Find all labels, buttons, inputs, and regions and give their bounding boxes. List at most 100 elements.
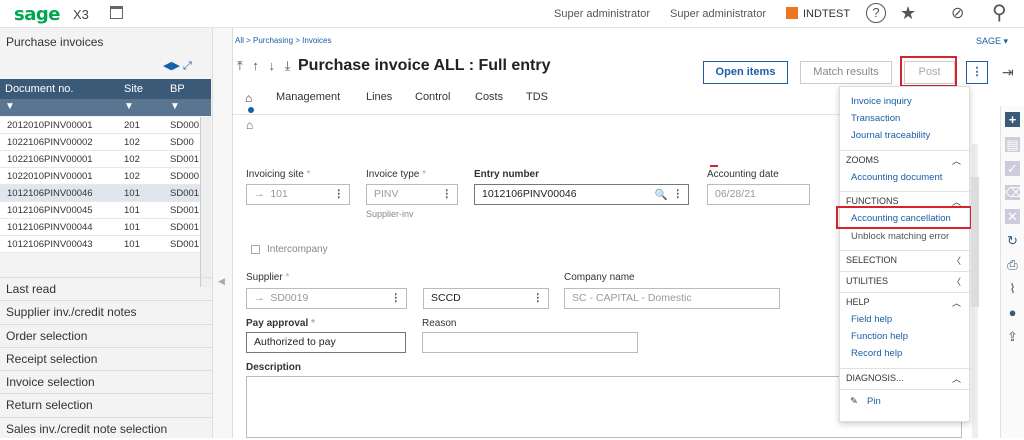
menu-pin[interactable]: Pin [867,396,881,407]
table-row[interactable]: 1012106PINV00043 101 SD001 [0,236,200,253]
table-row[interactable]: 1022106PINV00002 102 SD00 [0,134,200,151]
reason-field[interactable] [422,332,638,353]
menu-transaction[interactable]: Transaction [851,113,900,124]
sage-logo[interactable]: sage [14,4,60,25]
open-items-button[interactable]: Open items [703,61,788,84]
supplier-label: Supplier * [246,272,290,283]
supplier-short-field[interactable]: SCCD ⋮ [423,288,549,309]
menu-unblock-matching-error[interactable]: Unblock matching error [851,231,949,242]
star-icon[interactable]: ★ [900,3,916,24]
calendar-icon[interactable] [110,6,123,19]
intercompany-checkbox[interactable] [251,245,260,254]
invoice-type-field[interactable]: PINV ⋮ [366,184,458,205]
col-document-no[interactable]: Document no. [5,83,73,95]
tab-tds[interactable]: TDS [526,91,548,103]
table-row[interactable]: 1012106PINV00045 101 SD001 [0,202,200,219]
top-bar: sage X3 Super administrator Super admini… [0,0,1024,28]
folder-color-icon [786,7,798,19]
pin-icon[interactable]: ✎ [850,396,858,407]
tab-management[interactable]: Management [276,91,340,103]
menu-field-help[interactable]: Field help [851,314,892,325]
attachment-icon[interactable]: ⌇ [1005,281,1020,296]
reason-label: Reason [422,318,457,329]
pay-approval-label: Pay approval * [246,318,315,329]
menu-accounting-document[interactable]: Accounting document [851,172,942,183]
table-row[interactable]: 1012106PINV00044 101 SD001 [0,219,200,236]
search-icon[interactable]: ⚲ [992,0,1007,25]
table-row[interactable]: 1022106PINV00001 102 SD001 [0,151,200,168]
menu-scrollbar[interactable] [971,177,979,307]
grid-scrollbar[interactable] [200,117,211,287]
breadcrumb[interactable]: All > Purchasing > Invoices [235,36,332,45]
tab-control[interactable]: Control [415,91,450,103]
link-invoice-selection[interactable]: Invoice selection [0,370,212,393]
left-panel: Purchase invoices ◀▶ ⤢ Document no. Site… [0,28,213,438]
accounting-date-field[interactable]: 06/28/21 [707,184,810,205]
table-row[interactable]: 1022010PINV00001 102 SD000 [0,168,200,185]
more-actions-button[interactable]: ⋮ [966,61,988,84]
panel-splitter[interactable]: ◀ [213,28,233,438]
tab-lines[interactable]: Lines [366,91,392,103]
supplier-field[interactable]: → SD0019 ⋮ [246,288,407,309]
invoicing-site-field[interactable]: → 101 ⋮ [246,184,350,205]
chevron-left-icon: 〈 [951,277,961,287]
left-links: Last read Supplier inv./credit notes Ord… [0,277,212,440]
menu-section-utilities[interactable]: UTILITIES 〈 [840,271,971,291]
match-results-button[interactable]: Match results [800,61,892,84]
share-icon[interactable]: ⇪ [1005,329,1020,344]
chevron-up-icon: ︿ [951,298,961,308]
link-receipt-selection[interactable]: Receipt selection [0,346,212,370]
delete-icon[interactable]: ⌫ [1005,185,1023,200]
collapse-left-icon[interactable]: ◀ [218,276,225,287]
link-supplier-inv[interactable]: Supplier inv./credit notes [0,300,212,323]
link-order-selection[interactable]: Order selection [0,323,212,347]
tab-costs[interactable]: Costs [475,91,503,103]
menu-record-help[interactable]: Record help [851,348,902,359]
cancel-icon[interactable]: ✕ [1005,209,1020,224]
link-sales-inv-selection[interactable]: Sales inv./credit note selection [0,416,212,440]
company-name-field[interactable]: SC - CAPITAL - Domestic [564,288,780,309]
col-bp[interactable]: BP [170,83,185,95]
home-icon[interactable]: ⌂ [246,118,253,132]
menu-journal-traceability[interactable]: Journal traceability [851,130,930,141]
table-row-selected[interactable]: 1012106PINV00046 101 SD001 [0,185,200,202]
record-nav-arrows[interactable]: ⤒ ↑ ↓ ⤓ [237,58,293,74]
compass-icon[interactable]: ⊘ [951,3,964,23]
filter-icon[interactable]: ▼ [124,101,134,112]
menu-invoice-inquiry[interactable]: Invoice inquiry [851,96,912,107]
home-tab-icon[interactable]: ⌂ [245,91,252,105]
exit-icon[interactable]: ⇥ [1002,64,1014,81]
intercompany-label: Intercompany [267,244,328,255]
filter-icon[interactable]: ▼ [170,101,180,112]
menu-divider [840,389,971,390]
print-icon[interactable]: ⎙ [1005,257,1020,272]
entry-number-field[interactable]: 1012106PINV00046 🔍 ⋮ [474,184,689,205]
col-site[interactable]: Site [124,83,143,95]
link-return-selection[interactable]: Return selection [0,393,212,416]
filter-icon[interactable]: ▼ [5,101,15,112]
user-role[interactable]: Super administrator [554,8,650,20]
pay-approval-field[interactable]: Authorized to pay [246,332,406,353]
grid-rows: 2012010PINV00001 201 SD000 1022106PINV0000… [0,117,200,253]
folder-name[interactable]: INDTEST [803,8,850,20]
save-icon[interactable]: ▤ [1005,137,1020,152]
sage-dropdown[interactable]: SAGE ▾ [976,36,1008,47]
user-name[interactable]: Super administrator [670,8,766,20]
menu-section-help[interactable]: HELP ︿ [840,292,971,312]
list-nav-icons[interactable]: ◀▶ ⤢ [163,59,192,73]
required-marker [710,165,718,167]
accounting-cancellation-highlight [836,206,972,229]
table-row[interactable]: 2012010PINV00001 201 SD000 [0,117,200,134]
help-icon[interactable]: ? [866,3,886,23]
comment-icon[interactable]: ● [1005,305,1020,320]
product-name: X3 [73,7,89,22]
menu-function-help[interactable]: Function help [851,331,908,342]
menu-section-zooms[interactable]: ZOOMS ︿ [840,150,971,170]
check-icon[interactable]: ✓ [1005,161,1020,176]
post-highlight-box [900,56,957,87]
link-last-read[interactable]: Last read [0,277,212,300]
menu-section-diagnosis[interactable]: DIAGNOSIS... ︿ [840,368,971,388]
menu-section-selection[interactable]: SELECTION 〈 [840,250,971,270]
new-icon[interactable]: + [1005,112,1020,127]
refresh-icon[interactable]: ↻ [1005,233,1020,248]
